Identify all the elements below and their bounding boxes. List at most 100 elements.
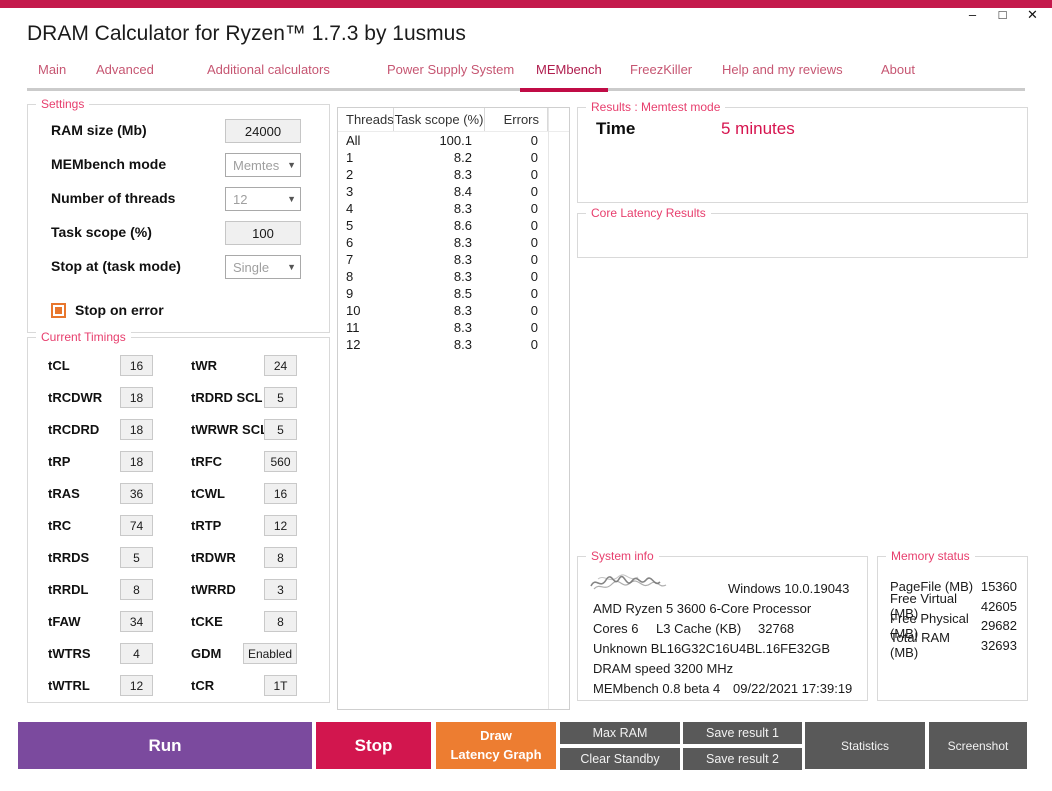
page-title: DRAM Calculator for Ryzen™ 1.7.3 by 1usm… <box>27 22 466 45</box>
current-timings-title: Current Timings <box>36 330 131 344</box>
tab-freezkiller[interactable]: FreezKiller <box>630 62 692 77</box>
timings-row: tWTRL 12 tCR 1T <box>28 675 329 696</box>
tab-advanced[interactable]: Advanced <box>96 62 154 77</box>
save-result-1-button[interactable]: Save result 1 <box>683 722 802 744</box>
cell-task-scope: 100.1 <box>439 133 472 148</box>
stop-on-error-row: Stop on error <box>51 302 164 318</box>
cell-thread: 10 <box>346 303 361 318</box>
timing-label-trdwr: tRDWR <box>191 550 236 565</box>
cell-task-scope: 8.3 <box>453 167 472 182</box>
timing-value-tcke: 8 <box>264 611 297 632</box>
dram-speed: DRAM speed 3200 MHz <box>593 661 734 676</box>
cell-errors: 0 <box>530 286 538 301</box>
timing-label-gdm: GDM <box>191 646 222 661</box>
number-of-threads-value: 12 <box>233 191 248 207</box>
stop-on-error-checkbox[interactable] <box>51 302 66 318</box>
cell-errors: 0 <box>530 337 538 352</box>
timing-value-twrrd: 3 <box>264 579 297 600</box>
timing-label-tcke: tCKE <box>191 614 223 629</box>
tab-membench[interactable]: MEMbench <box>536 62 602 77</box>
chevron-down-icon: ▼ <box>287 194 296 204</box>
cell-errors: 0 <box>530 320 538 335</box>
memory-status-title: Memory status <box>886 549 975 563</box>
table-row: 5 8.6 0 <box>338 217 569 234</box>
tab-about[interactable]: About <box>881 62 915 77</box>
membench-mode-label: MEMbench mode <box>51 156 167 172</box>
table-row: 6 8.3 0 <box>338 234 569 251</box>
cell-thread: All <box>346 133 361 148</box>
cell-task-scope: 8.3 <box>453 303 472 318</box>
table-header: Threads Task scope (%) Errors <box>338 108 569 132</box>
tab-underline-active <box>520 88 608 92</box>
cell-task-scope: 8.3 <box>453 269 472 284</box>
core-latency-title: Core Latency Results <box>586 206 711 220</box>
settings-row-membench-mode: MEMbench mode Memtes ▼ <box>28 153 329 177</box>
cpu-name: AMD Ryzen 5 3600 6-Core Processor <box>593 601 812 616</box>
task-scope-input[interactable]: 100 <box>225 221 301 245</box>
settings-row-number-of-threads: Number of threads 12 ▼ <box>28 187 329 211</box>
window-controls: – □ ✕ <box>965 7 1040 22</box>
os-version: Windows 10.0.19043 <box>728 581 850 596</box>
close-button[interactable]: ✕ <box>1025 7 1040 22</box>
timings-row: tRC 74 tRTP 12 <box>28 515 329 536</box>
run-button[interactable]: Run <box>18 722 312 769</box>
timing-label-trc: tRC <box>48 518 72 533</box>
membench-mode-select[interactable]: Memtes ▼ <box>225 153 301 177</box>
statistics-button[interactable]: Statistics <box>805 722 925 769</box>
cell-thread: 2 <box>346 167 354 182</box>
draw-latency-line1: Draw <box>480 728 512 744</box>
minimize-button[interactable]: – <box>965 7 980 22</box>
timing-label-trtp: tRTP <box>191 518 222 533</box>
tab-help-and-my-reviews[interactable]: Help and my reviews <box>722 62 843 77</box>
timings-row: tRAS 36 tCWL 16 <box>28 483 329 504</box>
timing-label-tfaw: tFAW <box>48 614 81 629</box>
maximize-button[interactable]: □ <box>995 7 1010 22</box>
chevron-down-icon: ▼ <box>287 262 296 272</box>
cell-errors: 0 <box>530 269 538 284</box>
save-result-2-button[interactable]: Save result 2 <box>683 748 802 770</box>
time-value: 5 minutes <box>721 119 795 138</box>
stop-on-error-label: Stop on error <box>75 302 164 318</box>
timings-row: tWTRS 4 GDM Enabled <box>28 643 329 664</box>
table-row: 7 8.3 0 <box>338 251 569 268</box>
tab-power-supply-system[interactable]: Power Supply System <box>387 62 514 77</box>
memstatus-row: Total RAM (MB) 32693 <box>878 630 1027 660</box>
settings-row-ram-size-mb: RAM size (Mb) 24000 <box>28 119 329 143</box>
timing-value-tcl: 16 <box>120 355 153 376</box>
ram-size-mb-input[interactable]: 24000 <box>225 119 301 143</box>
tab-main[interactable]: Main <box>38 62 66 77</box>
timing-value-gdm: Enabled <box>242 643 297 664</box>
timing-label-twrrd: tWRRD <box>191 582 236 597</box>
draw-latency-graph-button[interactable]: Draw Latency Graph <box>436 722 556 769</box>
timing-value-trrdl: 8 <box>120 579 153 600</box>
tab-additional-calculators[interactable]: Additional calculators <box>207 62 330 77</box>
redacted-scribble <box>590 574 667 590</box>
stop-button[interactable]: Stop <box>316 722 431 769</box>
column-header-task-scope[interactable]: Task scope (%) <box>394 108 485 131</box>
clear-standby-button[interactable]: Clear Standby <box>560 748 680 770</box>
cell-thread: 6 <box>346 235 354 250</box>
column-header-errors[interactable]: Errors <box>485 108 548 131</box>
cell-errors: 0 <box>530 133 538 148</box>
results-group: Results : Memtest mode Time 5 minutes <box>577 100 1028 203</box>
number-of-threads-label: Number of threads <box>51 190 176 206</box>
settings-group: Settings RAM size (Mb) 24000 MEMbench mode… <box>27 97 330 333</box>
cell-thread: 9 <box>346 286 354 301</box>
cell-thread: 8 <box>346 269 354 284</box>
l3-cache-label: L3 Cache (KB) <box>656 621 742 636</box>
timings-row: tFAW 34 tCKE 8 <box>28 611 329 632</box>
max-ram-button[interactable]: Max RAM <box>560 722 680 744</box>
memstatus-value-free-physical-mb: 29682 <box>980 618 1017 634</box>
ram-size-mb-label: RAM size (Mb) <box>51 122 147 138</box>
stop-at-task-mode-label: Stop at (task mode) <box>51 258 181 274</box>
timing-value-trcdwr: 18 <box>120 387 153 408</box>
column-header-threads[interactable]: Threads <box>338 108 394 131</box>
timing-value-trtp: 12 <box>264 515 297 536</box>
timing-label-trdrd-scl: tRDRD SCL <box>191 390 263 405</box>
timing-label-twrwr-scl: tWRWR SCL <box>191 422 269 437</box>
stop-at-task-mode-select[interactable]: Single ▼ <box>225 255 301 279</box>
timings-row: tRRDL 8 tWRRD 3 <box>28 579 329 600</box>
screenshot-button[interactable]: Screenshot <box>929 722 1027 769</box>
number-of-threads-select[interactable]: 12 ▼ <box>225 187 301 211</box>
cell-errors: 0 <box>530 201 538 216</box>
